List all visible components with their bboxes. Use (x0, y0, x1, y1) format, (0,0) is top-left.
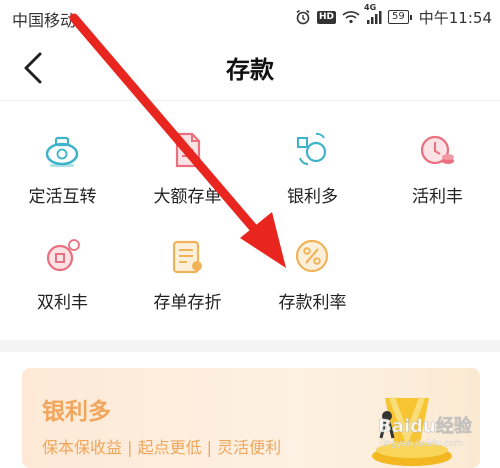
passbook-icon (172, 240, 202, 274)
signal-icon: 4G (364, 3, 382, 24)
grid-item-dinghuo[interactable]: 定活互转 (0, 112, 125, 212)
grid-item-label: 存款利率 (278, 293, 347, 313)
hd-icon: HD (317, 10, 337, 24)
grid-item-label: 大额存单 (153, 187, 222, 207)
nav-bar: 存款 (0, 34, 500, 101)
network-type-label: 4G (364, 3, 377, 12)
grid-item-label: 活利丰 (412, 187, 463, 207)
watermark-text: Baidu经验 (378, 415, 473, 437)
section-divider (0, 340, 500, 352)
carrier-name: 中国移动 (12, 11, 77, 30)
piggy-bank-icon (45, 136, 79, 167)
document-icon (175, 132, 201, 168)
baidu-watermark-logo: Baidu经验 jingyan.baidu.com (378, 415, 473, 449)
status-bar: 中国移动 HD 4G 59 中午11:54 (0, 0, 500, 34)
page-title: 存款 (226, 56, 274, 84)
grid-item-label: 双利丰 (37, 293, 88, 313)
status-icons: HD 4G 59 中午11:54 (295, 3, 492, 28)
grid-item-label: 定活互转 (28, 187, 97, 207)
grid-item-label: 银利多 (287, 187, 338, 207)
percent-icon (295, 239, 329, 273)
clock-time: 中午11:54 (418, 8, 492, 27)
promo-subtitle: 保本保收益 | 起点更低 | 灵活便利 (42, 438, 282, 457)
grid-item-passbook[interactable]: 存单存折 (125, 218, 250, 318)
wifi-icon (342, 10, 360, 24)
alarm-icon (295, 9, 311, 25)
coins-exchange-icon (297, 132, 327, 165)
feature-grid: 定活互转 大额存单 银利多 活利丰 双利丰 存单存折 存款利率 (0, 112, 500, 338)
clock-coin-icon (420, 135, 454, 165)
grid-item-label: 存单存折 (153, 293, 222, 313)
grid-item-deposit-rate[interactable]: 存款利率 (250, 218, 375, 318)
grid-item-large-deposit[interactable]: 大额存单 (125, 112, 250, 212)
coin-icon (46, 239, 80, 272)
battery-icon: 59 (388, 10, 412, 24)
promo-title: 银利多 (42, 399, 111, 425)
grid-item-huolifeng[interactable]: 活利丰 (375, 112, 500, 212)
grid-item-shuanglifeng[interactable]: 双利丰 (0, 218, 125, 318)
grid-item-yinliduo[interactable]: 银利多 (250, 112, 375, 212)
watermark-subtext: jingyan.baidu.com (379, 439, 463, 449)
